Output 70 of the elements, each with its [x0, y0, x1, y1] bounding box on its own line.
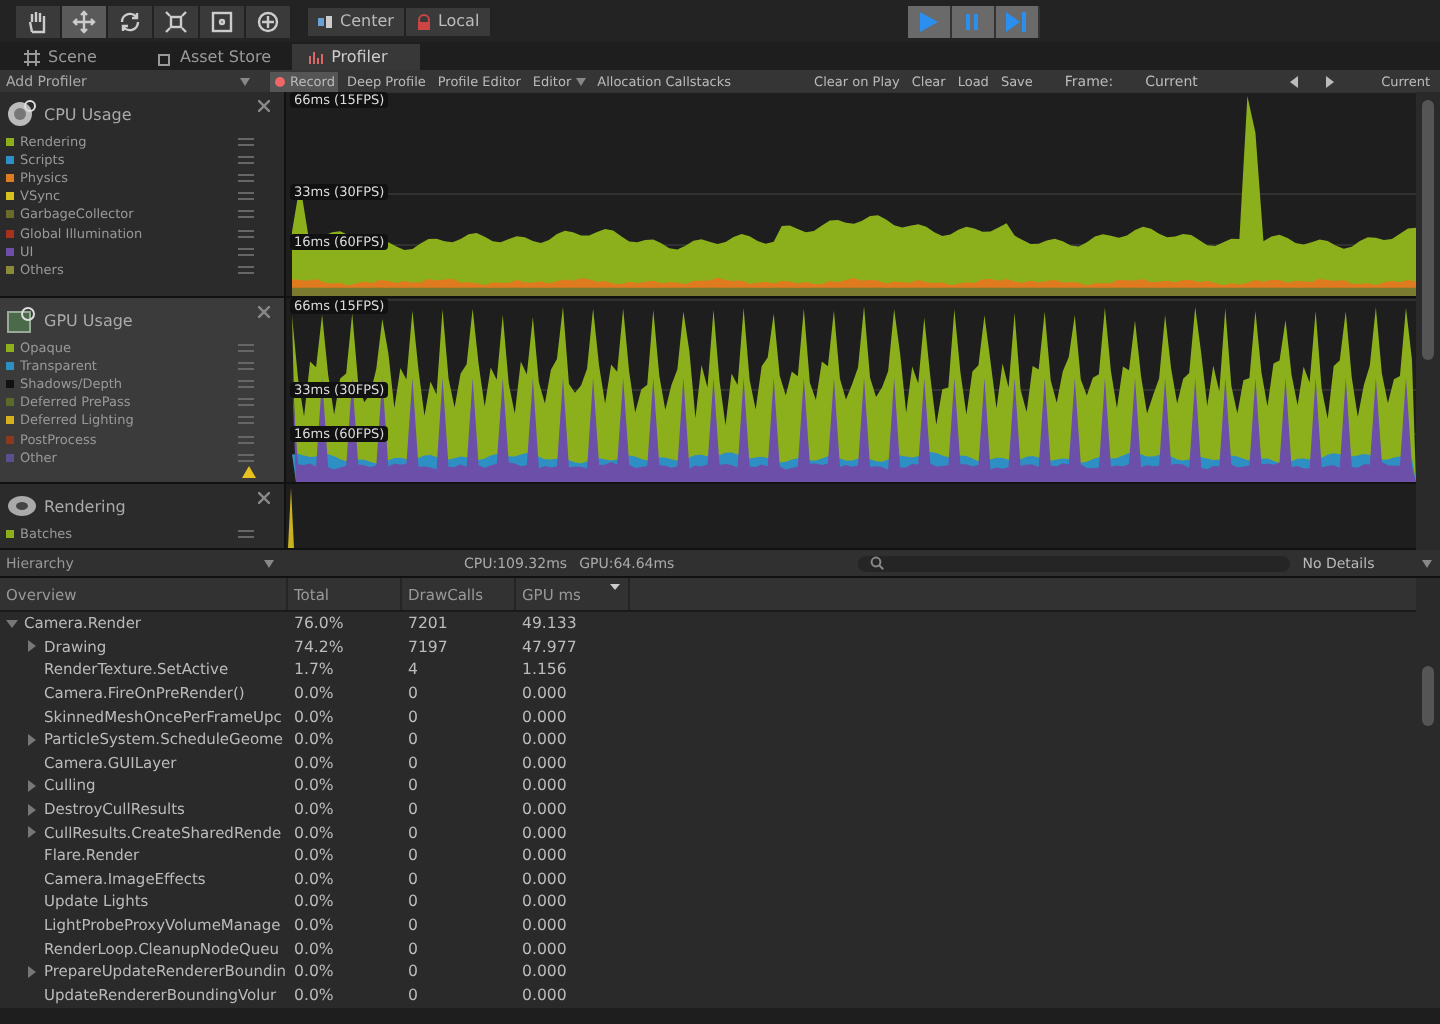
- close-icon[interactable]: [258, 306, 270, 318]
- expand-arrow-icon[interactable]: [6, 617, 18, 630]
- play-icon: [916, 9, 941, 33]
- grid-icon: [24, 49, 40, 65]
- expand-arrow-icon[interactable]: [26, 803, 38, 816]
- bar-graph-icon: [307, 49, 324, 65]
- profiler-area-title: GPU Usage: [44, 311, 133, 329]
- move-tool-icon: [72, 9, 96, 33]
- step-button[interactable]: [995, 5, 1040, 37]
- transform-tool-button[interactable]: [246, 5, 292, 37]
- padlock-icon: [415, 13, 432, 29]
- expand-arrow-icon[interactable]: [26, 779, 38, 792]
- rect-tool-button[interactable]: [200, 5, 246, 37]
- drag-handle-icon[interactable]: [238, 529, 254, 538]
- close-icon[interactable]: [258, 492, 270, 504]
- pause-button[interactable]: [951, 5, 996, 37]
- window-tab[interactable]: Asset Store: [140, 44, 288, 70]
- step-icon: [1004, 9, 1029, 33]
- drag-handle-icon[interactable]: [238, 192, 254, 201]
- drag-handle-icon[interactable]: [238, 210, 254, 219]
- drag-handle-icon[interactable]: [238, 398, 254, 407]
- drag-handle-icon[interactable]: [238, 155, 254, 164]
- drag-handle-icon[interactable]: [238, 173, 254, 182]
- pivot-toggle-button[interactable]: Center: [308, 7, 406, 35]
- drag-handle-icon[interactable]: [238, 361, 254, 370]
- record-icon: [274, 75, 286, 87]
- window-tab[interactable]: Scene: [8, 44, 136, 70]
- profiler-area-icon: [6, 306, 38, 334]
- drag-handle-icon[interactable]: [238, 453, 254, 462]
- transform-tool-icon: [256, 9, 280, 33]
- dropdown-arrow-icon[interactable]: [240, 77, 250, 85]
- dropdown-arrow-icon[interactable]: [1422, 559, 1432, 567]
- dropdown-arrow-icon[interactable]: [264, 559, 274, 567]
- expand-arrow-icon[interactable]: [26, 733, 38, 746]
- rotate-tool-icon: [118, 9, 142, 33]
- rect-tool-icon: [210, 9, 234, 33]
- left-triangle-icon: [1289, 75, 1298, 87]
- move-tool-button[interactable]: [62, 5, 108, 37]
- profiler-area-title: Rendering: [44, 497, 126, 515]
- search-field[interactable]: [858, 555, 1291, 571]
- drag-handle-icon[interactable]: [238, 343, 254, 352]
- close-icon[interactable]: [258, 100, 270, 112]
- window-tab[interactable]: Profiler: [291, 44, 420, 70]
- sort-arrow-icon[interactable]: [610, 584, 620, 590]
- warning-icon: [242, 466, 256, 478]
- drag-handle-icon[interactable]: [238, 137, 254, 146]
- pivot-icon: [318, 13, 334, 29]
- dropdown-arrow-icon: [575, 77, 586, 85]
- hand-tool-icon: [26, 9, 50, 33]
- scale-tool-icon: [164, 9, 188, 33]
- expand-arrow-icon[interactable]: [26, 826, 38, 839]
- profiler-area-title: CPU Usage: [44, 105, 132, 123]
- local-toggle-button[interactable]: Local: [405, 7, 492, 35]
- rotate-tool-button[interactable]: [108, 5, 154, 37]
- play-button[interactable]: [907, 5, 952, 37]
- search-icon: [870, 556, 885, 570]
- drag-handle-icon[interactable]: [238, 379, 254, 388]
- drag-handle-icon[interactable]: [238, 416, 254, 425]
- profiler-area-icon: [6, 100, 38, 128]
- expand-arrow-icon[interactable]: [26, 965, 38, 978]
- scale-tool-button[interactable]: [154, 5, 200, 37]
- drag-handle-icon[interactable]: [238, 229, 254, 238]
- drag-handle-icon[interactable]: [238, 435, 254, 444]
- profiler-area-icon: [6, 492, 38, 520]
- right-triangle-icon: [1325, 75, 1334, 87]
- drag-handle-icon[interactable]: [238, 247, 254, 256]
- scrollbar[interactable]: [1416, 92, 1440, 550]
- hand-tool-button[interactable]: [16, 5, 62, 37]
- drag-handle-icon[interactable]: [238, 265, 254, 274]
- expand-arrow-icon[interactable]: [26, 640, 38, 653]
